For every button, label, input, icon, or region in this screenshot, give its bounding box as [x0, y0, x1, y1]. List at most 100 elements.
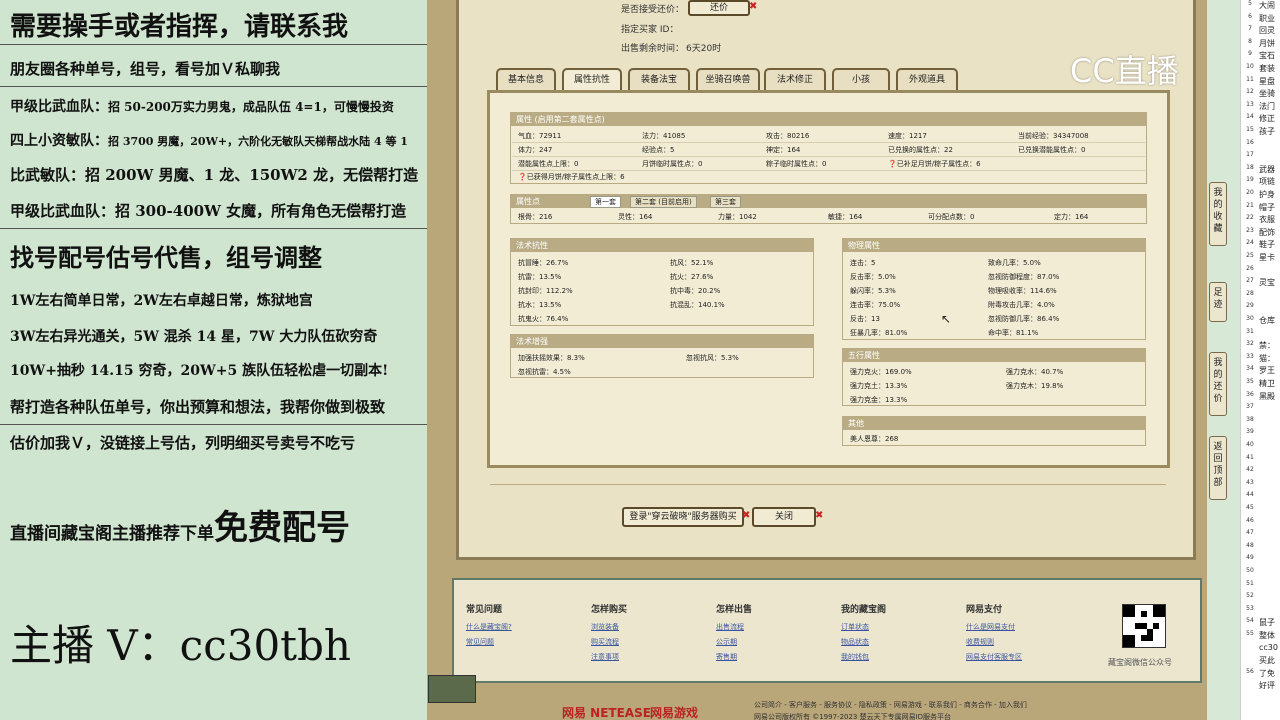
sheet-cell[interactable]: 护身: [1259, 189, 1280, 200]
footer-link[interactable]: 我的钱包: [841, 652, 869, 662]
close-x-icon[interactable]: ✖: [749, 1, 757, 12]
copyright: 网易公司版权所有 ©1997-2023 楚云天下专属网易ID服务平台: [754, 713, 952, 720]
sheet-row-number: 11: [1246, 75, 1254, 83]
sheet-cell[interactable]: 套装: [1259, 63, 1280, 74]
promo-line-head: 甲级比武血队：: [10, 99, 108, 115]
footer-link[interactable]: 公示期: [716, 637, 737, 647]
my-counter-offers-button[interactable]: 我的还价: [1209, 352, 1227, 416]
row-divider: [512, 142, 1145, 143]
sheet-cell[interactable]: 星卡: [1259, 252, 1280, 263]
sheet-cell[interactable]: 鼠子: [1259, 617, 1280, 628]
close-x-icon[interactable]: ✖: [742, 510, 750, 521]
points-cell: 定力：164: [1054, 213, 1089, 221]
close-button[interactable]: 关闭: [752, 507, 816, 527]
attr-cell: 神定：164: [766, 146, 801, 154]
footer-link[interactable]: 收费规则: [966, 637, 994, 647]
attr-cell: 月饼临时属性点：0: [642, 160, 703, 168]
promo-line: 甲级比武血队：招 300-400W 女魔，所有角色无偿帮打造: [10, 202, 407, 220]
tab-basic-info[interactable]: 基本信息: [496, 68, 556, 92]
attr-cell: 速度：1217: [888, 132, 927, 140]
buyer-id-label: 指定买家 ID：: [621, 25, 679, 35]
help-icon[interactable]: ❓: [888, 160, 897, 168]
sheet-cell[interactable]: 职业: [1259, 13, 1280, 24]
points-tab-1[interactable]: 第一套: [590, 196, 621, 208]
row-divider: [512, 170, 1145, 171]
sheet-cell[interactable]: 星盘: [1259, 76, 1280, 87]
history-button[interactable]: 足迹: [1209, 282, 1227, 322]
sheet-cell[interactable]: 宝石: [1259, 50, 1280, 61]
login-buy-button[interactable]: 登录"穿云破晓"服务器购买: [622, 507, 744, 527]
sheet-row-number: 10: [1246, 63, 1254, 70]
footer-link[interactable]: 常见问题: [466, 637, 494, 647]
help-icon[interactable]: ❓: [518, 173, 527, 181]
tab-equipment[interactable]: 装备法宝: [628, 68, 690, 92]
sheet-cell[interactable]: 黑殿: [1259, 391, 1280, 402]
close-x-icon[interactable]: ✖: [815, 510, 823, 521]
footer-link[interactable]: 浏览装备: [591, 622, 619, 632]
sheet-cell[interactable]: 衣服: [1259, 214, 1280, 225]
sheet-cell[interactable]: 灵宝: [1259, 277, 1280, 288]
sheet-cell[interactable]: 配饰: [1259, 227, 1280, 238]
sheet-row-number: 24: [1246, 239, 1254, 247]
promo-line-highlight: 免费配号: [214, 508, 350, 548]
sheet-cell[interactable]: 帽子: [1259, 202, 1280, 213]
tab-spell-correction[interactable]: 法术修正: [764, 68, 826, 92]
points-tab-3[interactable]: 第三套: [710, 196, 741, 208]
promo-line-body: 招 3700 男魔，20W+，六阶化无敏队天梯帮战水陆 4 等 1: [108, 135, 408, 148]
sheet-cell[interactable]: 月饼: [1259, 38, 1280, 49]
attr-cell: 粽子临时属性点：0: [766, 160, 827, 168]
sheet-cell[interactable]: 修正: [1259, 113, 1280, 124]
footer-link[interactable]: 什么是网易支付: [966, 622, 1015, 632]
sheet-cell[interactable]: 猫：: [1259, 353, 1280, 364]
footer-link[interactable]: 订单状态: [841, 622, 869, 632]
favorites-button[interactable]: 我的收藏: [1209, 182, 1227, 246]
points-tab-2[interactable]: 第二套 (目前启用): [630, 196, 697, 208]
divider: [0, 424, 427, 425]
sheet-cell[interactable]: 整体: [1259, 630, 1280, 641]
footer-link[interactable]: 网易支付客服专区: [966, 652, 1022, 662]
tab-child[interactable]: 小孩: [832, 68, 890, 92]
footer-link[interactable]: 注意事项: [591, 652, 619, 662]
sheet-row-number: 13: [1246, 100, 1254, 108]
sheet-row-number: 47: [1246, 529, 1254, 537]
footer-link[interactable]: 出售流程: [716, 622, 744, 632]
resist-cell: 抗冒睡：26.7%: [518, 259, 569, 267]
sheet-cell[interactable]: 大闹: [1259, 0, 1280, 11]
sheet-cell[interactable]: 买此: [1259, 655, 1280, 666]
sheet-cell[interactable]: 武器: [1259, 164, 1280, 175]
sheet-cell[interactable]: 禁：: [1259, 340, 1280, 351]
sheet-cell[interactable]: 罗王: [1259, 365, 1280, 376]
sheet-cell[interactable]: cc30: [1259, 643, 1280, 652]
promo-line-head: 直播间藏宝阁主播推荐下单: [10, 524, 214, 544]
sheet-cell[interactable]: 法门: [1259, 101, 1280, 112]
sheet-row-number: 30: [1246, 315, 1254, 322]
tab-appearance[interactable]: 外观道具: [896, 68, 958, 92]
sheet-cell[interactable]: 鞋子: [1259, 239, 1280, 250]
attr-cell: 攻击：80216: [766, 132, 810, 140]
sheet-row-number: 23: [1246, 226, 1254, 234]
footer-link[interactable]: 物品状态: [841, 637, 869, 647]
footer-link[interactable]: 购买流程: [591, 637, 619, 647]
sheet-row-number: 44: [1246, 491, 1254, 499]
counter-offer-button[interactable]: 还价: [688, 0, 750, 16]
sheet-cell[interactable]: 了免: [1259, 668, 1280, 679]
sheet-cell[interactable]: 坐骑: [1259, 88, 1280, 99]
sheet-cell[interactable]: 项链: [1259, 176, 1280, 187]
footer-heading: 常见问题: [466, 605, 503, 615]
section-title: 五行属性: [843, 349, 1145, 362]
sheet-row-number: 21: [1246, 201, 1254, 209]
sheet-cell[interactable]: 孩子: [1259, 126, 1280, 137]
sheet-cell[interactable]: 精卫: [1259, 378, 1280, 389]
sheet-row-number: 50: [1246, 567, 1254, 574]
tab-mounts[interactable]: 坐骑召唤兽: [696, 68, 760, 92]
back-to-top-button[interactable]: 返回顶部: [1209, 436, 1227, 500]
sheet-cell[interactable]: 回灵: [1259, 25, 1280, 36]
sheet-cell[interactable]: 好评: [1259, 680, 1280, 691]
footer-link[interactable]: 寄售期: [716, 652, 737, 662]
sheet-row-number: 35: [1246, 378, 1254, 385]
section-title: 法术抗性: [511, 239, 813, 252]
spell-resist-section: 法术抗性: [510, 238, 814, 326]
footer-link[interactable]: 什么是藏宝阁?: [466, 622, 512, 632]
sheet-row-number: 56: [1246, 667, 1254, 675]
sheet-cell[interactable]: 仓库: [1259, 315, 1280, 326]
